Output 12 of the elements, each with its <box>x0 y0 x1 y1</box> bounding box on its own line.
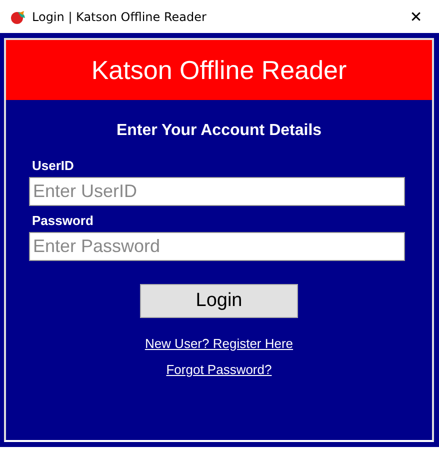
field-label: UserID <box>32 158 75 173</box>
input-field[interactable]: Enter Password <box>29 232 405 261</box>
app-title-banner: Katson Offline Reader <box>6 40 432 100</box>
field-label: Password <box>32 213 94 228</box>
window-title: Login | Katson Offline Reader <box>32 10 208 24</box>
app-logo-icon <box>10 8 26 24</box>
text-link[interactable]: Forgot Password? <box>166 362 272 377</box>
form-heading: Enter Your Account Details <box>116 122 322 140</box>
close-button[interactable]: ✕ <box>393 0 439 33</box>
input-field[interactable]: Enter UserID <box>29 177 405 206</box>
text-link[interactable]: New User? Register Here <box>144 336 294 351</box>
login-button[interactable]: Login <box>140 284 298 318</box>
